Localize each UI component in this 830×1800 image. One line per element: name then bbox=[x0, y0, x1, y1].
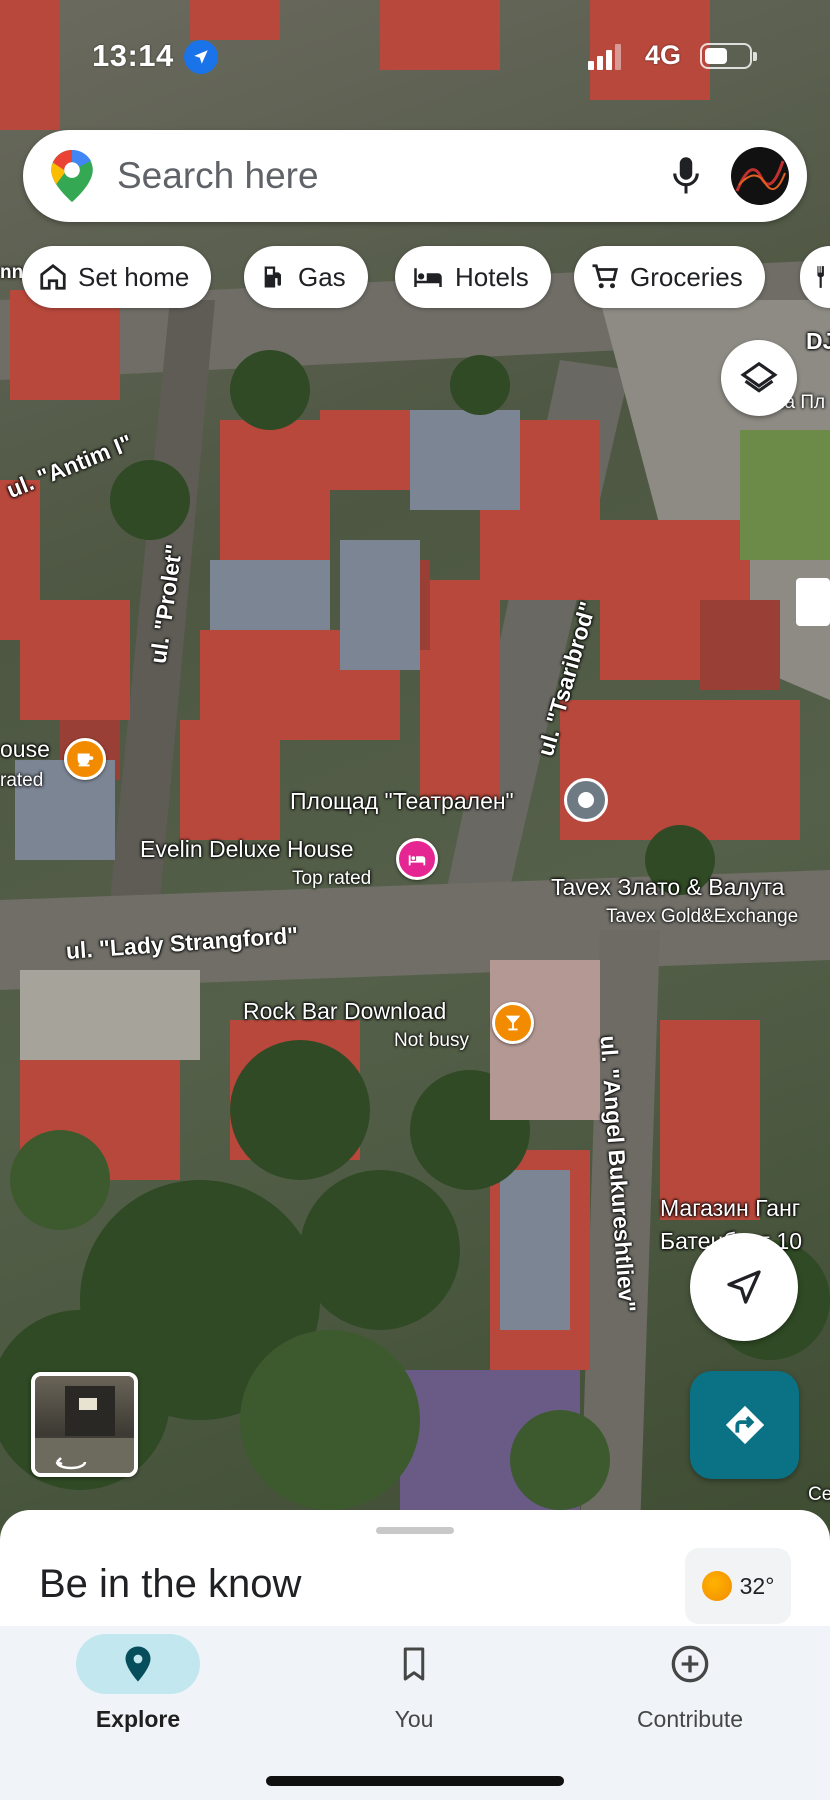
place-label-exchange[interactable]: Tavex Злато & Валута bbox=[551, 874, 784, 901]
explore-sheet[interactable]: Be in the know 32° bbox=[0, 1510, 830, 1630]
chip-label: Gas bbox=[298, 261, 346, 292]
microphone-icon[interactable] bbox=[671, 154, 701, 198]
fork-knife-icon bbox=[817, 266, 824, 288]
navigation-arrow-icon bbox=[727, 1270, 761, 1304]
search-bar[interactable]: Search here bbox=[23, 130, 807, 222]
street-view-image bbox=[35, 1386, 134, 1473]
avatar[interactable] bbox=[731, 147, 789, 205]
home-indicator[interactable] bbox=[266, 1776, 564, 1786]
bar-pin-icon[interactable] bbox=[492, 1002, 534, 1044]
avatar-image bbox=[735, 160, 786, 192]
nav-label: You bbox=[394, 1706, 434, 1732]
network-type: 4G bbox=[645, 40, 682, 70]
place-label-edge-right-3: Ce bbox=[808, 1484, 830, 1505]
nav-label: Explore bbox=[95, 1706, 181, 1732]
place-label-shop-line1[interactable]: Магазин Ганг bbox=[660, 1195, 800, 1222]
bottom-navigation: Explore You Contribute bbox=[0, 1626, 830, 1800]
chip-restaurants[interactable] bbox=[800, 246, 830, 308]
location-pin-icon bbox=[125, 1646, 151, 1682]
place-label-square[interactable]: Площад "Театрален" bbox=[290, 788, 514, 815]
cafe-pin-icon[interactable] bbox=[64, 738, 106, 780]
add-circle-icon bbox=[671, 1645, 709, 1683]
chip-label: Groceries bbox=[630, 261, 743, 292]
nav-label: Contribute bbox=[636, 1706, 744, 1732]
nav-contribute[interactable]: Contribute bbox=[590, 1626, 790, 1733]
chip-gas[interactable]: Gas bbox=[244, 246, 368, 308]
place-pin-square[interactable] bbox=[564, 778, 608, 822]
street-view-thumbnail[interactable] bbox=[31, 1372, 138, 1477]
clock: 13:14 bbox=[92, 38, 174, 73]
chip-groceries[interactable]: Groceries bbox=[574, 246, 765, 308]
my-location-button[interactable] bbox=[690, 1233, 798, 1341]
hotel-pin-icon[interactable] bbox=[396, 838, 438, 880]
layers-button[interactable] bbox=[721, 340, 797, 416]
home-icon bbox=[40, 264, 66, 290]
place-label-hotel[interactable]: Evelin Deluxe House bbox=[140, 836, 354, 863]
nav-you[interactable]: You bbox=[314, 1626, 514, 1733]
status-bar: 13:14 4G bbox=[0, 0, 830, 110]
search-placeholder[interactable]: Search here bbox=[117, 155, 319, 197]
place-sub-exchange: Tavex Gold&Exchange bbox=[606, 906, 799, 927]
nav-explore[interactable]: Explore bbox=[38, 1626, 238, 1733]
chip-hotels[interactable]: Hotels bbox=[395, 246, 551, 308]
sheet-title: Be in the know bbox=[39, 1562, 302, 1606]
temperature: 32° bbox=[739, 1572, 775, 1599]
location-arrow-icon bbox=[184, 40, 218, 74]
bookmark-icon bbox=[403, 1647, 425, 1681]
sun-icon bbox=[701, 1571, 732, 1601]
battery-icon bbox=[700, 43, 757, 69]
chip-label: Set home bbox=[78, 261, 190, 292]
maps-pin-icon bbox=[51, 150, 93, 202]
directions-button[interactable] bbox=[690, 1371, 799, 1479]
contribute-pill bbox=[628, 1634, 752, 1694]
place-label-cafe[interactable]: ouse bbox=[0, 736, 50, 763]
cart-icon bbox=[592, 264, 619, 289]
place-sub-bar: Not busy bbox=[394, 1030, 469, 1051]
explore-pill bbox=[76, 1634, 200, 1694]
you-pill bbox=[352, 1634, 476, 1694]
business-logo[interactable] bbox=[796, 578, 830, 626]
directions-icon bbox=[725, 1405, 764, 1445]
bed-icon bbox=[414, 268, 442, 287]
gas-station-icon bbox=[264, 266, 281, 288]
place-label-bar[interactable]: Rock Bar Download bbox=[243, 998, 446, 1025]
place-sub-cafe: rated bbox=[0, 770, 44, 791]
place-sub-hotel: Top rated bbox=[292, 868, 372, 889]
category-chips: Set home Gas Hotels Groceries bbox=[22, 246, 830, 308]
chip-set-home[interactable]: Set home bbox=[22, 246, 212, 308]
signal-icon bbox=[588, 44, 621, 70]
chip-label: Hotels bbox=[455, 261, 529, 292]
weather-chip[interactable]: 32° bbox=[685, 1548, 791, 1624]
sheet-drag-handle[interactable] bbox=[376, 1527, 454, 1534]
layers-icon bbox=[740, 361, 778, 393]
place-label-edge-left: nn bbox=[0, 262, 24, 283]
place-label-edge-right: DJ bbox=[806, 328, 830, 354]
